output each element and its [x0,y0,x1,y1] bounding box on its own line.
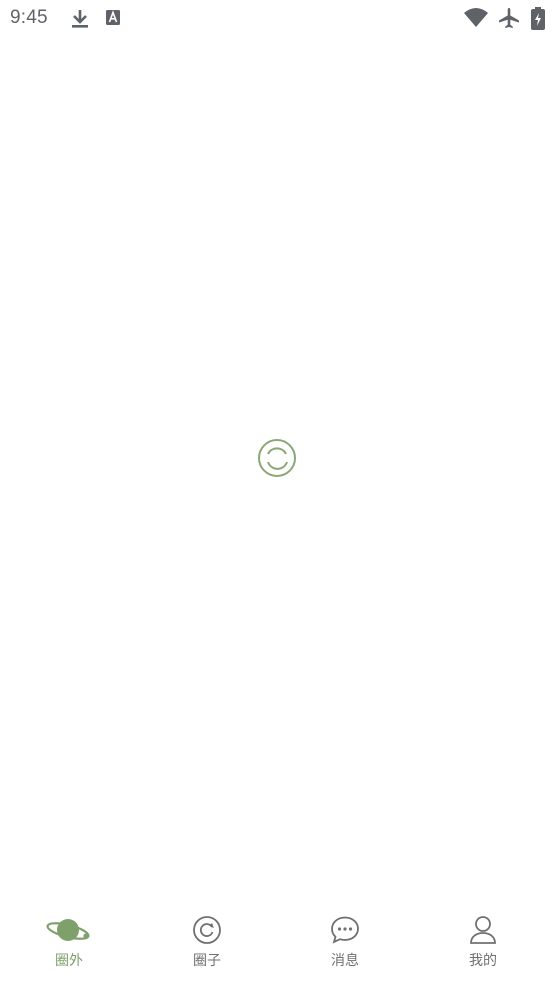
tab-label: 消息 [331,953,359,969]
tab-circle-outside[interactable]: 圈外 [0,905,138,984]
bottom-tab-bar: 圈外 圈子 消息 我的 [0,905,553,984]
loading-spinner-icon [256,437,298,479]
tab-label: 我的 [469,953,497,969]
tab-messages[interactable]: 消息 [276,905,414,984]
person-icon [468,915,498,949]
tab-circle[interactable]: 圈子 [138,905,276,984]
status-bar: 9:45 [0,0,553,38]
battery-charging-icon [530,6,546,36]
a-icon [105,8,121,32]
refresh-circle-icon [192,915,222,949]
chat-bubble-icon [330,915,360,949]
tab-label: 圈外 [55,953,83,969]
tab-me[interactable]: 我的 [414,905,552,984]
download-icon [70,8,90,34]
tab-label: 圈子 [193,953,221,969]
wifi-icon [463,7,489,33]
airplane-icon [497,6,521,34]
status-time: 9:45 [10,7,48,28]
planet-icon [46,915,92,949]
